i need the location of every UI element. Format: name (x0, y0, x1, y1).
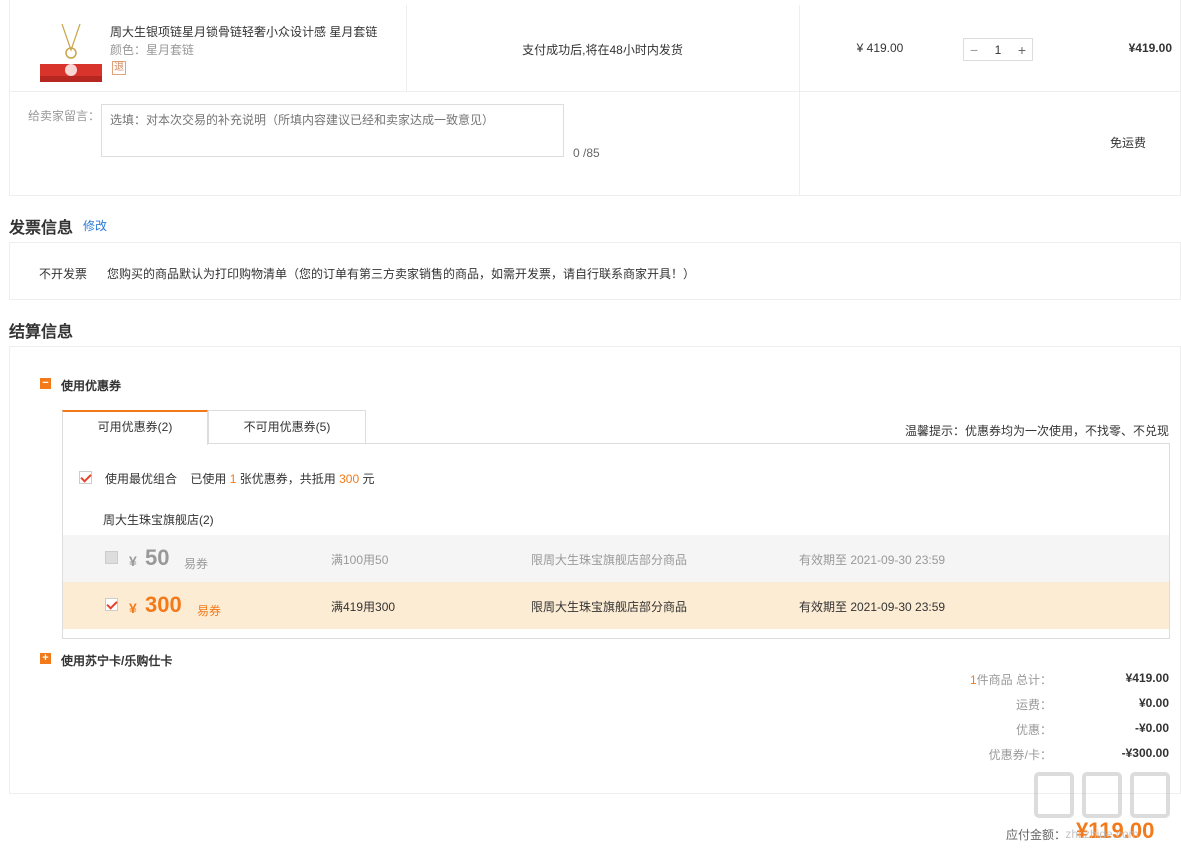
used-prefix: 已使用 (190, 472, 227, 486)
invoice-box: 不开发票 您购买的商品默认为打印购物清单（您的订单有第三方卖家销售的商品，如需开… (9, 242, 1181, 300)
coupon-scope: 限周大生珠宝旗舰店部分商品 (531, 600, 688, 614)
tab-unavailable-coupons[interactable]: 不可用优惠券(5) (208, 410, 366, 444)
items-total-label: 1件商品 总计： (890, 671, 1052, 688)
divider (10, 91, 1180, 92)
coupon-expiry: 有效期至 2021-09-30 23:59 (799, 600, 946, 614)
coupon-section-title[interactable]: 使用优惠券 (61, 377, 121, 394)
tab-available-coupons[interactable]: 可用优惠券(2) (62, 410, 208, 445)
coupon-card-value: -¥300.00 (1121, 746, 1169, 760)
discount-label: 优惠： (1015, 723, 1052, 737)
watermark-site: zhi.zhide.com (1065, 827, 1138, 841)
coupon-row[interactable]: ¥ 50 易券 满100用50 限周大生珠宝旗舰店部分商品 有效期至 2021-… (63, 535, 1169, 582)
used-suffix: 元 (362, 472, 375, 486)
best-combo-label: 使用最优组合 (105, 472, 178, 486)
coupon-tip: 温馨提示：优惠券均为一次使用，不找零、不兑现 (905, 424, 1170, 438)
coupon-amount: 300 (145, 592, 182, 617)
coupon-card-label: 优惠券/卡： (988, 748, 1052, 762)
quantity-value[interactable]: 1 (995, 44, 1002, 56)
plus-icon[interactable]: + (1018, 43, 1026, 57)
divider (799, 5, 800, 91)
coupon-rule: 满100用50 (331, 553, 389, 567)
used-amount: 300 (339, 472, 360, 486)
collapse-icon[interactable]: − (40, 378, 51, 389)
best-combo-checkbox[interactable] (79, 471, 92, 484)
coupon-kind: 易券 (197, 604, 222, 618)
quantity-stepper: − 1 + (963, 38, 1033, 61)
coupon-panel: 使用最优组合 已使用 1 张优惠券，共抵用 300 元 周大生珠宝旗舰店(2) … (62, 443, 1170, 639)
used-count: 1 (229, 472, 237, 486)
coupon-rule: 满419用300 (331, 600, 396, 614)
shipping-value: ¥0.00 (1138, 696, 1169, 710)
best-combo-summary: 使用最优组合 已使用 1 张优惠券，共抵用 300 元 (105, 470, 375, 487)
store-name: 周大生珠宝旗舰店(2) (103, 513, 214, 527)
card-section-title[interactable]: 使用苏宁卡/乐购仕卡 (61, 652, 172, 669)
coupon-checkbox[interactable] (105, 598, 118, 611)
product-name[interactable]: 周大生银项链星月锁骨链轻奢小众设计感 星月套链 (110, 23, 377, 40)
invoice-edit-link[interactable]: 修改 (83, 217, 107, 234)
coupon-currency: ¥ (129, 600, 137, 616)
settlement-box: − 使用优惠券 可用优惠券(2) 不可用优惠券(5) 温馨提示：优惠券均为一次使… (9, 346, 1181, 794)
settlement-section-title: 结算信息 (9, 324, 74, 341)
shipping-note: 支付成功后,将在48小时内发货 (522, 43, 683, 57)
message-label: 给卖家留言： (28, 109, 101, 123)
divider (406, 5, 407, 91)
shipping-label: 运费： (1015, 698, 1052, 712)
free-shipping-label: 免运费 (1110, 136, 1147, 150)
discount-value: -¥0.00 (1134, 721, 1169, 735)
items-label-text: 件商品 总计： (976, 673, 1052, 687)
coupon-expiry: 有效期至 2021-09-30 23:59 (799, 553, 946, 567)
coupon-row[interactable]: ¥ 300 易券 满419用300 限周大生珠宝旗舰店部分商品 有效期至 202… (63, 582, 1169, 629)
product-thumbnail[interactable] (40, 20, 102, 82)
coupon-kind: 易券 (184, 557, 209, 571)
expand-icon[interactable]: + (40, 653, 51, 664)
unit-price: ¥ 419.00 (856, 41, 904, 55)
invoice-description: 您购买的商品默认为打印购物清单（您的订单有第三方卖家销售的商品，如需开发票，请自… (107, 267, 696, 281)
line-total: ¥419.00 (1128, 41, 1172, 55)
coupon-currency: ¥ (129, 553, 137, 569)
coupon-amount: 50 (145, 545, 170, 570)
invoice-section-title: 发票信息 (9, 220, 74, 237)
used-mid: 张优惠券，共抵用 (239, 472, 336, 486)
product-color: 颜色：星月套链 (110, 43, 195, 57)
seller-message-input[interactable] (101, 104, 564, 157)
item-count: 1 (969, 673, 977, 687)
coupon-scope: 限周大生珠宝旗舰店部分商品 (531, 553, 688, 567)
watermark-logo: zhi.zhide.com (1034, 772, 1170, 841)
message-char-count: 0 /85 (573, 146, 600, 160)
invoice-type: 不开发票 (39, 267, 88, 281)
coupon-checkbox[interactable] (105, 551, 118, 564)
order-item-box: 周大生银项链星月锁骨链轻奢小众设计感 星月套链 颜色：星月套链 退 支付成功后,… (9, 0, 1181, 196)
items-total-value: ¥419.00 (1125, 671, 1169, 685)
divider (799, 92, 800, 195)
minus-icon[interactable]: − (970, 43, 978, 57)
return-tag: 退 (112, 61, 126, 75)
